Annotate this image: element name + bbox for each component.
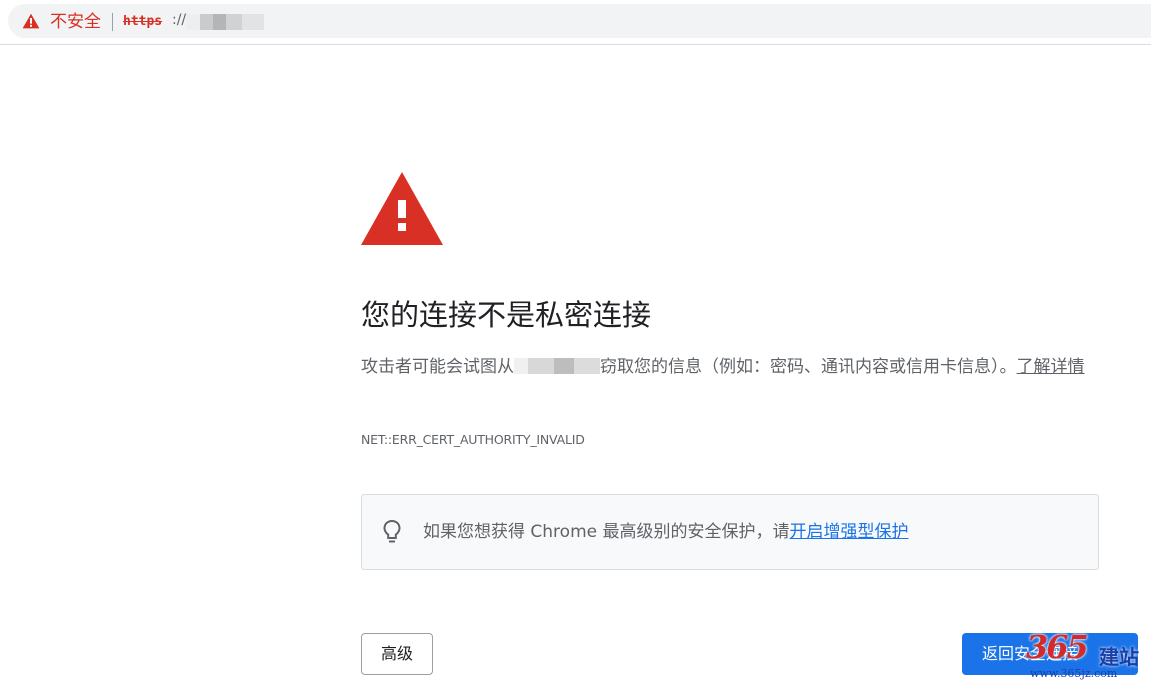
url-separator[interactable]: :// bbox=[172, 12, 186, 28]
enhanced-protection-tip: 如果您想获得 Chrome 最高级别的安全保护，请开启增强型保护 bbox=[361, 494, 1099, 570]
page-title: 您的连接不是私密连接 bbox=[361, 298, 652, 332]
not-secure-label[interactable]: 不安全 bbox=[50, 11, 101, 33]
explanation-text-start: 攻击者可能会试图从 bbox=[361, 357, 514, 377]
watermark-logo: 365 bbox=[1026, 628, 1089, 666]
toolbar-divider bbox=[0, 44, 1151, 45]
explanation-text-end: 窃取您的信息（例如：密码、通讯内容或信用卡信息）。 bbox=[600, 357, 1017, 377]
learn-more-link[interactable]: 了解详情 bbox=[1017, 357, 1085, 377]
warning-triangle-icon bbox=[361, 172, 443, 245]
error-code[interactable]: NET::ERR_CERT_AUTHORITY_INVALID bbox=[361, 432, 585, 447]
url-host-redacted[interactable] bbox=[186, 14, 264, 30]
watermark-site-name: 建站 bbox=[1099, 645, 1139, 669]
url-scheme[interactable]: https bbox=[123, 14, 162, 29]
tip-text-line: 如果您想获得 Chrome 最高级别的安全保护，请开启增强型保护 bbox=[423, 520, 909, 544]
advanced-button[interactable]: 高级 bbox=[361, 633, 433, 675]
not-secure-warning-icon[interactable] bbox=[22, 13, 40, 29]
redacted-domain bbox=[514, 358, 600, 374]
tip-text: 如果您想获得 Chrome 最高级别的安全保护，请 bbox=[423, 522, 790, 542]
lightbulb-icon bbox=[383, 519, 401, 543]
explanation-paragraph: 攻击者可能会试图从 窃取您的信息（例如：密码、通讯内容或信用卡信息）。了解详情 bbox=[361, 352, 1101, 382]
enable-enhanced-protection-link[interactable]: 开启增强型保护 bbox=[790, 522, 909, 542]
watermark-url: www.365jz.com bbox=[1030, 667, 1118, 680]
address-bar-divider bbox=[112, 13, 113, 31]
